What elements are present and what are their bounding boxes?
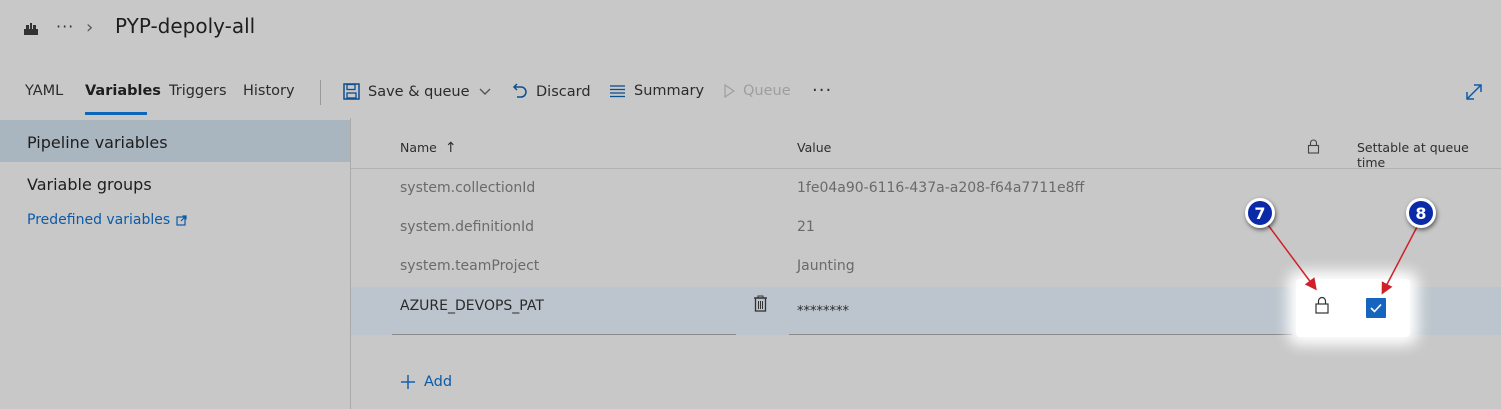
variable-name-input[interactable]: AZURE_DEVOPS_PAT <box>400 298 544 314</box>
queue-label: Queue <box>743 83 791 99</box>
variable-value-input[interactable]: ******** <box>797 304 849 319</box>
column-header-name[interactable]: Name ↑ <box>400 140 457 156</box>
callout-7: 7 <box>1245 198 1275 228</box>
pipeline-icon <box>24 23 38 35</box>
tab-history[interactable]: History <box>243 83 295 99</box>
list-icon <box>610 85 625 98</box>
save-queue-label: Save & queue <box>368 83 470 100</box>
tab-yaml[interactable]: YAML <box>25 83 63 99</box>
expand-icon[interactable] <box>1464 82 1484 102</box>
column-header-value: Value <box>797 140 832 155</box>
save-queue-button[interactable]: Save & queue <box>343 83 492 100</box>
chevron-down-icon <box>479 88 491 95</box>
header-divider <box>351 168 1501 169</box>
delete-icon[interactable] <box>753 295 768 312</box>
predefined-variables-link[interactable]: Predefined variables <box>27 212 187 228</box>
row-name: system.definitionId <box>400 219 534 235</box>
page-title: PYP-depoly-all <box>115 14 256 38</box>
sort-ascending-icon: ↑ <box>444 140 457 156</box>
more-actions-button[interactable]: ··· <box>812 80 832 101</box>
discard-label: Discard <box>536 83 591 100</box>
name-input-underline <box>392 334 736 335</box>
tab-triggers[interactable]: Triggers <box>169 83 227 99</box>
plus-icon <box>401 375 415 389</box>
row-value: 21 <box>797 219 815 235</box>
value-input-underline <box>789 334 1292 335</box>
save-icon <box>343 83 360 100</box>
row-value: Jaunting <box>797 258 855 274</box>
breadcrumb-more-button[interactable]: ··· <box>56 17 74 36</box>
external-link-icon <box>176 214 187 226</box>
row-value: 1fe04a90-6116-437a-a208-f64a7711e8ff <box>797 180 1085 196</box>
add-label: Add <box>424 374 453 390</box>
summary-label: Summary <box>634 83 705 99</box>
add-variable-button[interactable]: Add <box>400 374 452 390</box>
tab-variables[interactable]: Variables <box>85 83 161 99</box>
discard-button[interactable]: Discard <box>511 83 591 100</box>
column-name-label: Name <box>400 140 437 155</box>
row-name: system.collectionId <box>400 180 536 196</box>
summary-button[interactable]: Summary <box>609 83 704 99</box>
callout-8: 8 <box>1406 198 1436 228</box>
undo-icon <box>512 83 527 98</box>
queue-button[interactable]: Queue <box>723 83 791 99</box>
lock-column-icon <box>1307 139 1320 154</box>
toolbar-separator <box>320 80 321 105</box>
row-name: system.teamProject <box>400 258 540 274</box>
active-tab-indicator <box>85 112 147 115</box>
column-header-settable: Settable at queue time <box>1357 140 1469 170</box>
sidebar-divider <box>350 118 351 409</box>
callout-arrows <box>1267 224 1419 295</box>
sidebar-item-variable-groups[interactable]: Variable groups <box>27 175 152 194</box>
predefined-variables-label: Predefined variables <box>27 212 171 228</box>
play-icon <box>724 84 735 98</box>
sidebar-item-label: Pipeline variables <box>27 133 168 152</box>
breadcrumb-chevron-icon: › <box>86 17 94 38</box>
